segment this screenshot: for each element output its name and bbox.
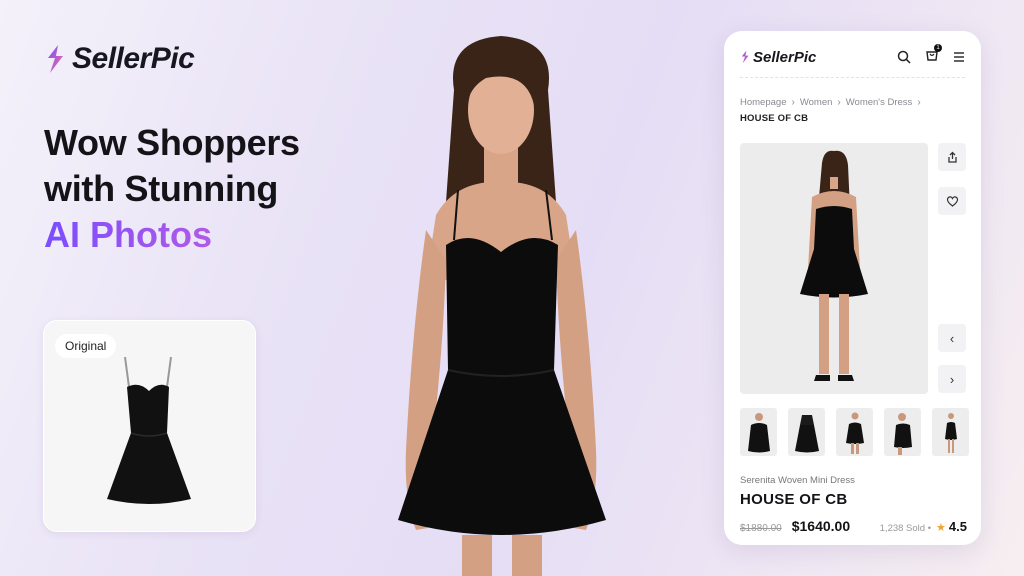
breadcrumb-women[interactable]: Women	[800, 97, 833, 108]
chevron-left-icon: ‹	[949, 330, 955, 346]
star-icon: ★	[936, 522, 946, 534]
original-product-card: Original	[43, 320, 256, 532]
headline-line-1: Wow Shoppers	[44, 122, 300, 163]
product-subtitle: Serenita Woven Mini Dress	[740, 475, 855, 486]
logo-icon	[741, 50, 749, 64]
thumbnail-strip	[740, 408, 969, 456]
thumbnail[interactable]	[740, 408, 777, 456]
logo-icon	[48, 45, 63, 73]
thumbnail[interactable]	[884, 408, 921, 456]
thumbnail[interactable]	[932, 408, 969, 456]
prev-image-button[interactable]: ‹	[938, 324, 966, 352]
menu-icon[interactable]	[953, 51, 965, 63]
breadcrumb-womens-dress[interactable]: Women's Dress	[846, 97, 913, 108]
share-button[interactable]	[938, 143, 966, 171]
price-row: $1880.00 $1640.00 1,238 Sold • ★ 4.5	[740, 518, 967, 534]
chevron-right-small-icon: ›	[917, 97, 921, 108]
wishlist-button[interactable]	[938, 187, 966, 215]
brand-name: SellerPic	[72, 42, 195, 75]
header-divider	[740, 77, 965, 78]
chevron-right-icon: ›	[949, 371, 955, 387]
hero-model-image	[398, 36, 606, 576]
chevron-right-small-icon: ›	[791, 97, 795, 108]
sold-count: 1,238 Sold •	[879, 523, 932, 534]
brand-logo: SellerPic	[44, 42, 195, 76]
headline: Wow Shoppers with Stunning AI Photos	[44, 120, 404, 258]
search-icon[interactable]	[897, 50, 911, 64]
headline-line-2: with Stunning	[44, 168, 279, 209]
next-image-button[interactable]: ›	[938, 365, 966, 393]
phone-brand-name: SellerPic	[753, 48, 817, 66]
original-dress-image	[107, 356, 191, 504]
breadcrumb-homepage[interactable]: Homepage	[740, 97, 786, 108]
heart-icon	[946, 195, 958, 207]
product-model-image	[800, 150, 868, 381]
phone-product-page: SellerPic 1 Homepage › Women › Women's D…	[724, 31, 981, 545]
breadcrumb-current: HOUSE OF CB	[740, 113, 809, 124]
new-price: $1640.00	[791, 518, 851, 534]
headline-accent: AI Photos	[44, 212, 404, 258]
old-price: $1880.00	[740, 523, 782, 534]
cart-count-badge: 1	[934, 43, 942, 52]
phone-header: SellerPic 1	[740, 43, 965, 69]
chevron-right-small-icon: ›	[837, 97, 841, 108]
main-product-photo[interactable]	[740, 143, 928, 394]
cart-button[interactable]: 1	[925, 43, 942, 67]
thumbnail[interactable]	[788, 408, 825, 456]
product-title: HOUSE OF CB	[740, 491, 848, 508]
phone-brand[interactable]: SellerPic	[740, 49, 816, 66]
thumbnail[interactable]	[836, 408, 873, 456]
breadcrumb: Homepage › Women › Women's Dress ›	[740, 97, 921, 108]
share-icon	[947, 151, 957, 163]
rating-value: 4.5	[948, 519, 967, 534]
